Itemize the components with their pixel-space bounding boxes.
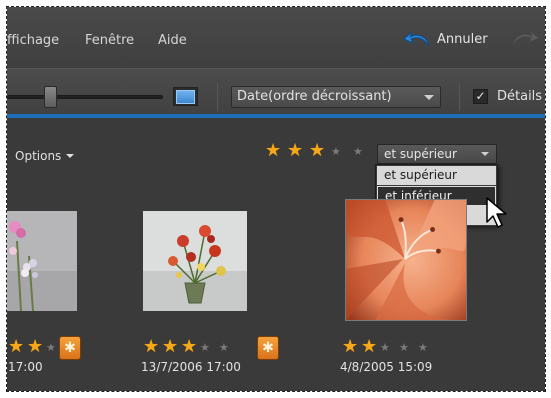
undo-arrow-icon [403, 31, 430, 47]
photo-thumbnail[interactable] [7, 211, 77, 311]
sort-order-value: Date(ordre décroissant) [237, 89, 392, 104]
thumbnail-size-slider[interactable] [7, 95, 163, 99]
redo-arrow-icon[interactable] [511, 29, 541, 47]
large-thumbnail-icon [176, 89, 195, 104]
empty-star-icon[interactable]: ★ [200, 341, 210, 354]
filled-star-icon[interactable]: ★ [143, 336, 159, 357]
empty-star-icon[interactable]: ★ [399, 341, 409, 354]
empty-star-icon[interactable]: ★ [219, 341, 229, 354]
tag-icon: ✱ [257, 336, 279, 360]
menu-bar: ffichage Fenêtre Aide Annuler [7, 7, 545, 68]
photo-date: 17:00 [8, 360, 43, 374]
filled-star-icon[interactable]: ★ [162, 336, 178, 357]
menu-affichage[interactable]: ffichage [7, 33, 59, 48]
caret-down-icon [66, 154, 75, 158]
undo-button[interactable]: Annuler [403, 29, 488, 49]
details-label: Détails [497, 89, 543, 104]
filled-star-icon[interactable]: ★ [309, 140, 325, 161]
rating-filter-value: et supérieur [384, 147, 457, 161]
menu-fenetre[interactable]: Fenêtre [85, 33, 134, 48]
tag-icon: ✱ [59, 336, 81, 360]
empty-star-icon[interactable]: ★ [331, 145, 341, 158]
filled-star-icon[interactable]: ★ [361, 336, 377, 357]
sort-order-select[interactable]: Date(ordre décroissant) [231, 86, 441, 108]
filled-star-icon[interactable]: ★ [181, 336, 197, 357]
thumbnail-size-slider-handle[interactable] [44, 86, 57, 108]
photo-date: 13/7/2006 17:00 [141, 360, 241, 374]
options-menu[interactable]: Options [15, 149, 75, 163]
chevron-down-icon [424, 95, 434, 100]
filled-star-icon[interactable]: ★ [265, 140, 281, 161]
toolbar-divider [217, 83, 218, 111]
undo-label: Annuler [437, 31, 488, 47]
media-browser: Options ★ ★ ★ ★ ★ et supérieur et supérieur … [7, 118, 545, 391]
dropdown-option-et-superieur[interactable]: et supérieur [377, 166, 496, 186]
filled-star-icon[interactable]: ★ [287, 140, 303, 161]
details-checkbox[interactable]: ✓ [473, 89, 488, 104]
large-thumbnail-button[interactable] [173, 87, 198, 106]
mouse-pointer-icon [486, 197, 507, 228]
filled-star-icon[interactable]: ★ [27, 336, 43, 357]
empty-star-icon[interactable]: ★ [46, 341, 56, 354]
rating-filter-select[interactable]: et supérieur [377, 144, 497, 164]
organizer-window: ffichage Fenêtre Aide Annuler Date(ordre… [6, 6, 546, 392]
filled-star-icon[interactable]: ★ [342, 336, 358, 357]
empty-star-icon[interactable]: ★ [380, 341, 390, 354]
empty-star-icon[interactable]: ★ [353, 145, 363, 158]
toolbar-divider [459, 83, 460, 111]
photo-thumbnail[interactable] [143, 211, 247, 311]
options-label: Options [15, 149, 62, 163]
photo-date: 4/8/2005 15:09 [340, 360, 433, 374]
empty-star-icon[interactable]: ★ [418, 341, 428, 354]
toolbar: Date(ordre décroissant) ✓ Détails [7, 68, 545, 114]
menu-aide[interactable]: Aide [158, 33, 187, 48]
photo-thumbnail[interactable] [345, 199, 467, 321]
filled-star-icon[interactable]: ★ [8, 336, 24, 357]
chevron-down-icon [481, 152, 489, 156]
